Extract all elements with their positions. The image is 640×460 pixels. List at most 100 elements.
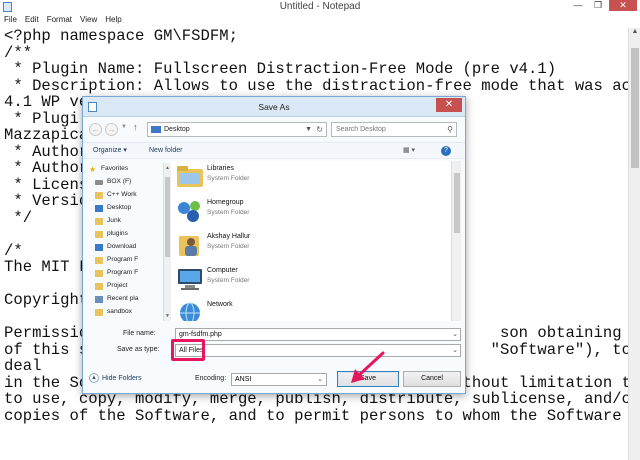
folder-icon <box>95 230 103 238</box>
back-icon[interactable]: ← <box>89 123 102 136</box>
folder-icon <box>95 308 103 316</box>
minimize-button[interactable]: — <box>569 0 587 11</box>
nav-item-desktop[interactable]: Desktop <box>95 202 131 214</box>
nav-item-label: Program F <box>107 269 139 276</box>
recent-places-icon <box>95 295 103 303</box>
nav-item-recent-places[interactable]: Recent pla <box>95 293 139 305</box>
text-line: <?php namespace GM\FSDFM; <box>4 28 238 45</box>
user-folder-icon <box>179 236 199 256</box>
navigation-scrollbar[interactable]: ▲ ▼ <box>163 163 171 321</box>
encoding-value: ANSI <box>235 376 252 383</box>
nav-item-sandbox[interactable]: sandbox <box>95 306 132 318</box>
nav-item-label: BOX (F) <box>107 178 132 185</box>
folder-icon <box>95 269 103 277</box>
file-list-scrollbar[interactable] <box>451 161 461 321</box>
nav-item-favorites[interactable]: ★ Favorites <box>89 163 128 175</box>
nav-item-junk[interactable]: Junk <box>95 215 121 227</box>
save-as-type-label: Save as type: <box>117 346 160 353</box>
libraries-icon <box>177 166 203 187</box>
maximize-button[interactable]: ❐ <box>589 0 607 11</box>
command-bar: Organize ▾ New folder ▦ ▾ ? <box>83 142 465 159</box>
file-item-computer[interactable]: Computer System Folder <box>173 263 443 297</box>
file-type: System Folder <box>207 175 250 182</box>
vertical-scrollbar[interactable]: ▲ <box>628 28 640 460</box>
dialog-close-button[interactable]: ✕ <box>436 98 462 112</box>
file-item-libraries[interactable]: Libraries System Folder <box>173 161 443 195</box>
scroll-up-icon[interactable]: ▲ <box>629 28 640 40</box>
computer-icon <box>178 269 202 290</box>
file-name-input[interactable]: gm-fsdfm.php ⌄ <box>175 328 461 341</box>
menu-view[interactable]: View <box>80 14 97 26</box>
refresh-icon[interactable]: ↻ <box>316 123 323 136</box>
download-folder-icon <box>95 243 103 251</box>
text-line: copies of the Software, and to permit pe… <box>4 406 628 425</box>
window-title: Untitled - Notepad <box>279 1 361 12</box>
nav-item-program-files[interactable]: Program F <box>95 254 138 266</box>
file-name-value: gm-fsdfm.php <box>179 331 222 338</box>
scroll-up-icon[interactable]: ▲ <box>164 165 171 171</box>
address-bar-row: ← → ▼ ↑ Desktop ▼ ↻ Search Desktop ⚲ <box>87 122 463 138</box>
close-button[interactable]: ✕ <box>609 0 637 11</box>
scrollbar-thumb[interactable] <box>631 48 639 168</box>
save-as-dialog: Save As ✕ ← → ▼ ↑ Desktop ▼ ↻ Search Des… <box>82 96 466 394</box>
menu-file[interactable]: File <box>4 14 17 26</box>
new-folder-button[interactable]: New folder <box>149 143 182 159</box>
pointer-arrow-icon <box>351 351 385 383</box>
help-icon[interactable]: ? <box>441 146 451 156</box>
forward-icon[interactable]: → <box>105 123 118 136</box>
nav-item-label: Desktop <box>107 204 132 211</box>
dialog-title: Save As <box>258 102 290 112</box>
chevron-down-icon[interactable]: ⌄ <box>452 329 458 340</box>
chevron-down-icon[interactable]: ▼ <box>305 123 312 136</box>
scrollbar-thumb[interactable] <box>165 177 170 257</box>
nav-item-cpp-work[interactable]: C++ Work <box>95 189 137 201</box>
save-as-type-select[interactable]: All Files ⌄ <box>175 344 461 357</box>
nav-item-label: Project <box>107 282 128 289</box>
nav-item-program-files-x86[interactable]: Program F <box>95 267 138 279</box>
file-name-label: File name: <box>123 330 156 337</box>
search-input[interactable]: Search Desktop ⚲ <box>331 122 457 137</box>
nav-item-label: plugins <box>107 230 128 237</box>
encoding-label: Encoding: <box>195 375 227 382</box>
nav-item-downloads[interactable]: Download <box>95 241 136 253</box>
address-bar[interactable]: Desktop ▼ ↻ <box>147 122 327 137</box>
text-line: /** <box>4 43 33 62</box>
cancel-button[interactable]: Cancel <box>403 371 461 387</box>
hide-folders-button[interactable]: ▲ Hide Folders <box>89 373 142 383</box>
notepad-title-bar: Untitled - Notepad — ❐ ✕ <box>0 0 640 14</box>
file-type: System Folder <box>207 277 250 284</box>
folder-icon <box>95 217 103 225</box>
scrollbar-thumb[interactable] <box>454 173 460 233</box>
file-name: Akshay Hallur <box>207 233 251 240</box>
drive-icon <box>95 179 103 185</box>
up-icon[interactable]: ↑ <box>133 122 138 132</box>
file-item-network[interactable]: Network <box>173 297 443 321</box>
menu-help[interactable]: Help <box>105 14 121 26</box>
organize-button[interactable]: Organize ▾ <box>93 143 127 159</box>
file-type: System Folder <box>207 209 250 216</box>
nav-item-label: Junk <box>107 217 121 224</box>
chevron-down-icon[interactable]: ⌄ <box>452 345 458 356</box>
text-line: * Description: Allows to use the distrac… <box>13 76 628 95</box>
file-name: Network <box>207 301 233 308</box>
text-line: * Plugin Name: Fullscreen Distraction-Fr… <box>4 60 557 78</box>
recent-locations-icon[interactable]: ▼ <box>121 124 127 130</box>
search-placeholder: Search Desktop <box>336 126 386 133</box>
dialog-title-bar: Save As ✕ <box>83 97 465 117</box>
nav-item-box[interactable]: BOX (F) <box>95 176 131 188</box>
nav-item-project[interactable]: Project <box>95 280 128 292</box>
view-options-icon[interactable]: ▦ ▾ <box>403 143 415 159</box>
file-item-user-folder[interactable]: Akshay Hallur System Folder <box>173 229 443 263</box>
menu-bar: File Edit Format View Help <box>0 14 640 26</box>
nav-item-label: Program F <box>107 256 139 263</box>
menu-edit[interactable]: Edit <box>25 14 39 26</box>
hide-folders-label: Hide Folders <box>102 374 142 382</box>
scroll-down-icon[interactable]: ▼ <box>164 313 171 319</box>
nav-item-plugins[interactable]: plugins <box>95 228 128 240</box>
encoding-select[interactable]: ANSI ⌄ <box>231 373 327 386</box>
menu-format[interactable]: Format <box>47 14 72 26</box>
file-item-homegroup[interactable]: Homegroup System Folder <box>173 195 443 229</box>
chevron-down-icon[interactable]: ⌄ <box>317 374 323 385</box>
folder-icon <box>95 256 103 264</box>
navigation-pane: ★ Favorites BOX (F) C++ Work Desktop Junk… <box>89 163 161 319</box>
